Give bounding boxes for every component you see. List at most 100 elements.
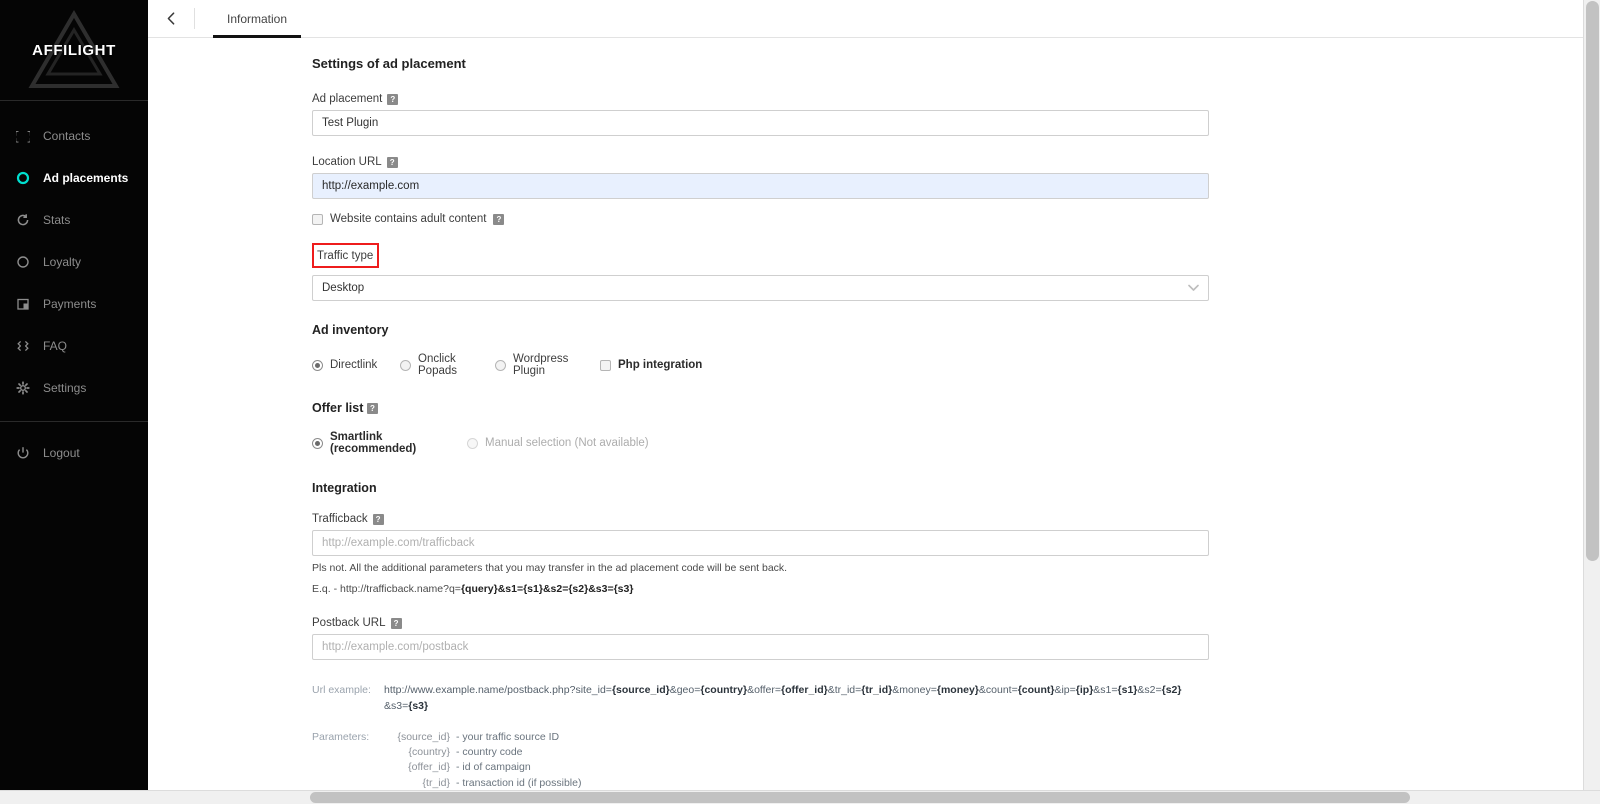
parameter-row: {offer_id} - id of campaign [384,760,581,775]
radio-directlink[interactable] [312,359,323,371]
radio-smartlink[interactable] [312,437,323,449]
main-area: Information Settings of ad placement Ad … [148,0,1600,804]
ad-inventory-option-php-integration[interactable]: Php integration [600,359,702,371]
parameter-name: {offer_id} [408,761,450,774]
postback-url-input[interactable] [312,634,1209,660]
parameter-name: {country} [408,746,450,759]
parameter-description: - your traffic source ID [455,731,560,743]
content-scroll-area: Settings of ad placement Ad placement ? … [148,38,1600,804]
svg-text:{ }: { } [16,130,30,143]
ad-placement-input[interactable] [312,110,1209,136]
sidebar-item-ad-placements[interactable]: Ad placements [0,157,148,199]
option-label: Php integration [618,359,703,371]
sidebar-item-loyalty[interactable]: Loyalty [0,241,148,283]
ad-placement-label-text: Ad placement [312,93,383,105]
refresh-icon [10,213,36,227]
traffic-type-highlight: Traffic type [312,243,380,268]
traffic-type-label-text: Traffic type [317,250,374,262]
integration-title: Integration [312,481,377,495]
parameter-description: - id of campaign [455,761,531,774]
question-icon[interactable]: ? [387,93,399,105]
sidebar-logo-text: AFFILIGHT [32,41,116,59]
app-root: AFFILIGHT { } Contacts Ad placements [0,0,1600,804]
question-icon[interactable]: ? [390,617,402,629]
parameter-name: {source_id} [397,731,450,743]
url-example-label: Url example: [312,684,371,696]
option-label: Wordpress Plugin [513,353,569,377]
question-icon[interactable]: ? [372,513,384,525]
sidebar-item-logout[interactable]: Logout [0,432,148,474]
circle-icon [10,171,36,185]
traffic-type-select[interactable]: Desktop [312,275,1209,301]
sidebar-item-contacts[interactable]: { } Contacts [0,115,148,157]
offer-list-title: Offer list ? [312,401,1600,415]
traffic-type-label: Traffic type [317,250,373,262]
trafficback-label: Trafficback ? [312,513,384,525]
postback-url-label: Postback URL ? [312,617,402,629]
sidebar: AFFILIGHT { } Contacts Ad placements [0,0,148,804]
sidebar-item-faq[interactable]: FAQ [0,325,148,367]
offer-list-option-smartlink[interactable]: Smartlink (recommended) [312,431,467,455]
option-label: Directlink [330,359,378,371]
back-button[interactable] [148,0,194,37]
vertical-scrollbar-thumb[interactable] [1586,1,1599,561]
parameter-row: {source_id} - your traffic source ID [384,730,581,745]
trafficback-input[interactable] [312,530,1209,556]
topbar: Information [148,0,1600,38]
url-example-value: http://www.example.name/postback.php?sit… [384,684,1182,712]
sidebar-nav: { } Contacts Ad placements Stats [0,101,148,474]
sidebar-item-label: Loyalty [43,255,82,269]
trafficback-hint-prefix: E.q. - http://trafficback.name?q= [312,582,461,595]
sidebar-item-payments[interactable]: Payments [0,283,148,325]
sidebar-item-settings[interactable]: Settings [0,367,148,409]
ad-inventory-option-directlink[interactable]: Directlink [312,359,400,371]
power-icon [10,446,36,460]
payment-card-icon [10,297,36,311]
sidebar-item-label: Payments [43,297,97,311]
parameter-row: {tr_id} - transaction id (if possible) [384,776,582,791]
radio-wordpress-plugin[interactable] [495,359,506,371]
sidebar-divider [0,421,148,422]
sidebar-item-stats[interactable]: Stats [0,199,148,241]
parameter-row: {country} - country code [384,745,581,760]
chevron-left-icon [167,12,174,25]
diamond-arrows-icon [10,339,36,353]
sidebar-item-label: Contacts [43,129,91,143]
location-url-label: Location URL ? [312,156,398,168]
sidebar-item-label: Logout [43,446,80,460]
trafficback-label-text: Trafficback [312,513,368,525]
radio-manual-selection [467,437,478,449]
sidebar-item-label: FAQ [43,339,68,353]
option-label: Manual selection (Not available) [485,437,649,449]
horizontal-scrollbar[interactable] [0,790,1600,804]
checkbox-php-integration[interactable] [600,359,611,371]
location-url-label-text: Location URL [312,156,382,168]
vertical-scrollbar[interactable] [1583,0,1600,790]
ad-inventory-option-onclick-popads[interactable]: Onclick Popads [400,353,495,377]
ad-inventory-options: Directlink Onclick Popads Wordpress Plug… [312,353,1600,377]
horizontal-scrollbar-thumb[interactable] [310,792,1410,803]
location-url-field-group: Location URL ? [312,152,1600,199]
sidebar-item-label: Ad placements [43,171,129,185]
postback-url-label-text: Postback URL [312,617,386,629]
question-icon[interactable]: ? [386,156,398,168]
parameter-description: - country code [455,746,523,759]
ad-placement-label: Ad placement ? [312,93,399,105]
option-label: Smartlink (recommended) [330,431,417,455]
option-label: Onclick Popads [418,353,458,377]
ad-inventory-option-wordpress-plugin[interactable]: Wordpress Plugin [495,353,600,377]
adult-content-checkbox-row[interactable]: Website contains adult content ? [312,213,1600,225]
question-icon[interactable]: ? [366,403,378,415]
circle-outline-icon [10,255,36,269]
trafficback-hint-tokens: {query}&s1={s1}&s2={s2}&s3={s3} [460,582,634,595]
radio-onclick-popads[interactable] [400,359,411,371]
question-icon[interactable]: ? [493,213,505,225]
tab-information[interactable]: Information [213,0,302,38]
offer-list-title-text: Offer list [312,401,364,415]
sidebar-logo[interactable]: AFFILIGHT [0,0,148,100]
gear-icon [10,381,36,395]
parameter-name: {tr_id} [422,776,450,789]
adult-content-checkbox[interactable] [312,213,323,225]
page-title: Settings of ad placement [312,56,466,71]
location-url-input[interactable] [312,173,1209,199]
